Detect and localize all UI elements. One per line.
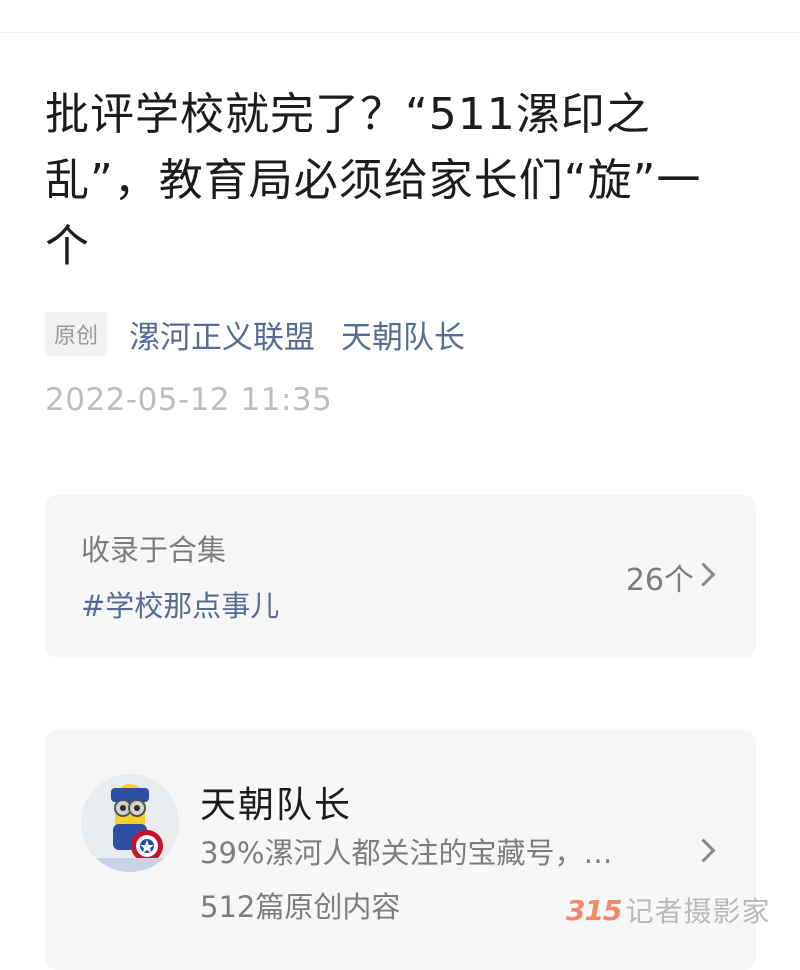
avatar[interactable] xyxy=(81,774,179,872)
original-badge: 原创 xyxy=(45,312,108,356)
watermark: 315 记者摄影家 xyxy=(566,890,770,930)
collection-count: 26个 xyxy=(625,563,694,598)
chevron-right-icon xyxy=(691,562,716,587)
collection-card[interactable]: 收录于合集 #学校那点事儿 26个 xyxy=(45,495,756,658)
account-name[interactable]: 天朝队长 xyxy=(200,776,352,828)
collection-label: 收录于合集 xyxy=(81,533,227,567)
account-card[interactable]: 天朝队长 39%漯河人都关注的宝藏号，… 512篇原创内容 xyxy=(45,730,756,970)
minion-avatar-icon xyxy=(81,774,179,872)
watermark-number: 315 xyxy=(566,893,622,927)
publish-date: 2022-05-12 11:35 xyxy=(45,382,333,418)
top-bar xyxy=(0,0,800,33)
account-description: 39%漯河人都关注的宝藏号，… xyxy=(200,836,613,870)
watermark-text: 记者摄影家 xyxy=(625,895,771,928)
author-link[interactable]: 天朝队长 xyxy=(341,312,465,357)
article-title: 批评学校就完了？“511漯印之乱”，教育局必须给家长们“旋”一个 xyxy=(45,89,702,272)
chevron-right-icon xyxy=(691,838,716,863)
source-account-link[interactable]: 漯河正义联盟 xyxy=(129,312,315,357)
article-meta: 原创 漯河正义联盟 天朝队长 xyxy=(45,312,491,356)
collection-tag[interactable]: #学校那点事儿 xyxy=(81,583,279,625)
account-post-count: 512篇原创内容 xyxy=(200,890,401,924)
